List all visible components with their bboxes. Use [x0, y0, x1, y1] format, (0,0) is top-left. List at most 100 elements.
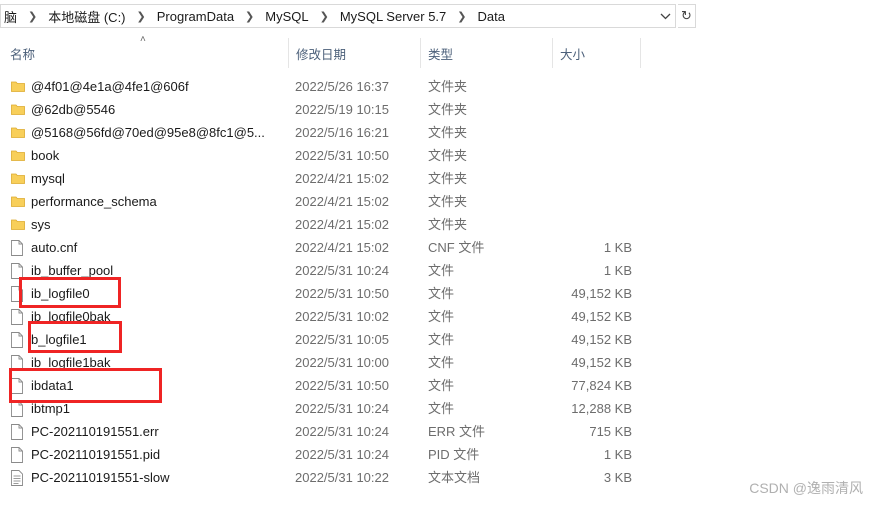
file-name: sys: [31, 217, 51, 232]
file-row[interactable]: PC-202110191551.pid 2022/5/31 10:24 PID 文件…: [0, 443, 650, 466]
file-type: 文件夹: [428, 171, 468, 186]
file-type: 文件夹: [428, 125, 468, 140]
chevron-right-icon[interactable]: ❯: [20, 10, 45, 23]
file-row[interactable]: @5168@56fd@70ed@95e8@8fc1@5... 2022/5/16 …: [0, 121, 650, 144]
column-divider[interactable]: [288, 38, 289, 68]
file-icon: [11, 309, 25, 325]
file-row[interactable]: sys 2022/4/21 15:02 文件夹: [0, 213, 650, 236]
file-modified-date: 2022/4/21 15:02: [295, 217, 389, 232]
file-size: 1 KB: [603, 263, 632, 278]
file-size: 12,288 KB: [571, 401, 632, 416]
chevron-right-icon[interactable]: ❯: [129, 10, 154, 23]
address-bar[interactable]: 脑 ❯ 本地磁盘 (C:) ❯ ProgramData ❯ MySQL ❯ My…: [0, 4, 676, 28]
watermark: CSDN @逸雨清风: [749, 480, 863, 496]
file-size: 1 KB: [603, 447, 632, 462]
file-icon: [11, 332, 25, 348]
file-modified-date: 2022/4/21 15:02: [295, 194, 389, 209]
file-modified-date: 2022/5/31 10:50: [295, 286, 389, 301]
refresh-icon[interactable]: ↻: [678, 4, 696, 28]
file-name: PC-202110191551.pid: [31, 447, 161, 462]
file-row[interactable]: PC-202110191551-slow 2022/5/31 10:22 文本文档 3…: [0, 466, 650, 489]
column-header-label: 名称: [10, 47, 36, 62]
file-type: ERR 文件: [428, 424, 486, 439]
file-row[interactable]: book 2022/5/31 10:50 文件夹: [0, 144, 650, 167]
file-type: 文件: [428, 332, 455, 347]
file-type: 文件: [428, 263, 455, 278]
file-row[interactable]: PC-202110191551.err 2022/5/31 10:24 ERR 文件…: [0, 420, 650, 443]
column-divider[interactable]: [420, 38, 421, 68]
chevron-down-icon[interactable]: [657, 7, 673, 25]
file-row[interactable]: mysql 2022/4/21 15:02 文件夹: [0, 167, 650, 190]
breadcrumb: 脑 ❯ 本地磁盘 (C:) ❯ ProgramData ❯ MySQL ❯ My…: [1, 5, 508, 27]
file-type: PID 文件: [428, 447, 480, 462]
column-header-label: 修改日期: [296, 47, 347, 62]
file-name: @62db@5546: [31, 102, 116, 117]
file-icon: [11, 447, 25, 463]
file-type: 文件夹: [428, 148, 468, 163]
file-type: 文件夹: [428, 102, 468, 117]
file-type: 文件: [428, 378, 455, 393]
file-size: 49,152 KB: [571, 355, 632, 370]
file-modified-date: 2022/5/31 10:22: [295, 470, 389, 485]
file-name: @4f01@4e1a@4fe1@606f: [31, 79, 189, 94]
column-header-name[interactable]: 名称: [10, 38, 288, 68]
chevron-right-icon[interactable]: ❯: [449, 10, 474, 23]
breadcrumb-item[interactable]: Data: [475, 9, 508, 24]
file-modified-date: 2022/5/31 10:24: [295, 263, 389, 278]
annotation-highlight-box: [28, 321, 122, 353]
folder-icon: [11, 194, 25, 210]
breadcrumb-item[interactable]: 脑: [1, 7, 20, 26]
file-modified-date: 2022/5/31 10:24: [295, 424, 389, 439]
file-size: 3 KB: [603, 470, 632, 485]
file-type: 文件: [428, 401, 455, 416]
chevron-right-icon[interactable]: ❯: [312, 10, 337, 23]
file-name: book: [31, 148, 60, 163]
file-modified-date: 2022/5/31 10:24: [295, 447, 389, 462]
file-modified-date: 2022/5/16 16:21: [295, 125, 389, 140]
folder-icon: [11, 217, 25, 233]
column-header-label: 大小: [560, 47, 586, 62]
file-name: mysql: [31, 171, 65, 186]
file-modified-date: 2022/4/21 15:02: [295, 171, 389, 186]
file-row[interactable]: auto.cnf 2022/4/21 15:02 CNF 文件 1 KB: [0, 236, 650, 259]
column-header-size[interactable]: 大小: [560, 38, 640, 68]
chevron-right-icon[interactable]: ❯: [237, 10, 262, 23]
folder-icon: [11, 148, 25, 164]
column-header-modified[interactable]: 修改日期: [296, 38, 420, 68]
file-size: 77,824 KB: [571, 378, 632, 393]
column-header-label: 类型: [428, 47, 454, 62]
file-row[interactable]: @62db@5546 2022/5/19 10:15 文件夹: [0, 98, 650, 121]
file-icon: [11, 424, 25, 440]
file-name: PC-202110191551-slow: [31, 470, 170, 485]
folder-icon: [11, 171, 25, 187]
file-row[interactable]: @4f01@4e1a@4fe1@606f 2022/5/26 16:37 文件夹: [0, 75, 650, 98]
file-size: 49,152 KB: [571, 309, 632, 324]
folder-icon: [11, 102, 25, 118]
file-modified-date: 2022/5/31 10:02: [295, 309, 389, 324]
file-name: auto.cnf: [31, 240, 78, 255]
folder-icon: [11, 79, 25, 95]
file-modified-date: 2022/5/31 10:50: [295, 148, 389, 163]
file-row[interactable]: performance_schema 2022/4/21 15:02 文件夹: [0, 190, 650, 213]
file-name: @5168@56fd@70ed@95e8@8fc1@5...: [31, 125, 265, 140]
breadcrumb-item[interactable]: MySQL Server 5.7: [337, 9, 449, 24]
column-divider[interactable]: [552, 38, 553, 68]
column-divider[interactable]: [640, 38, 641, 68]
breadcrumb-item[interactable]: ProgramData: [154, 9, 237, 24]
breadcrumb-item[interactable]: 本地磁盘 (C:): [45, 7, 128, 26]
file-modified-date: 2022/5/31 10:50: [295, 378, 389, 393]
breadcrumb-item[interactable]: MySQL: [262, 9, 311, 24]
file-icon: [11, 240, 25, 256]
file-type: CNF 文件: [428, 240, 485, 255]
file-name: performance_schema: [31, 194, 157, 209]
file-modified-date: 2022/5/31 10:05: [295, 332, 389, 347]
file-type: 文本文档: [428, 470, 481, 485]
file-modified-date: 2022/5/19 10:15: [295, 102, 389, 117]
file-type: 文件夹: [428, 194, 468, 209]
file-name: PC-202110191551.err: [31, 424, 159, 439]
file-type: 文件夹: [428, 79, 468, 94]
file-modified-date: 2022/5/31 10:00: [295, 355, 389, 370]
text-file-icon: [11, 470, 25, 486]
file-type: 文件: [428, 286, 455, 301]
column-header-type[interactable]: 类型: [428, 38, 552, 68]
